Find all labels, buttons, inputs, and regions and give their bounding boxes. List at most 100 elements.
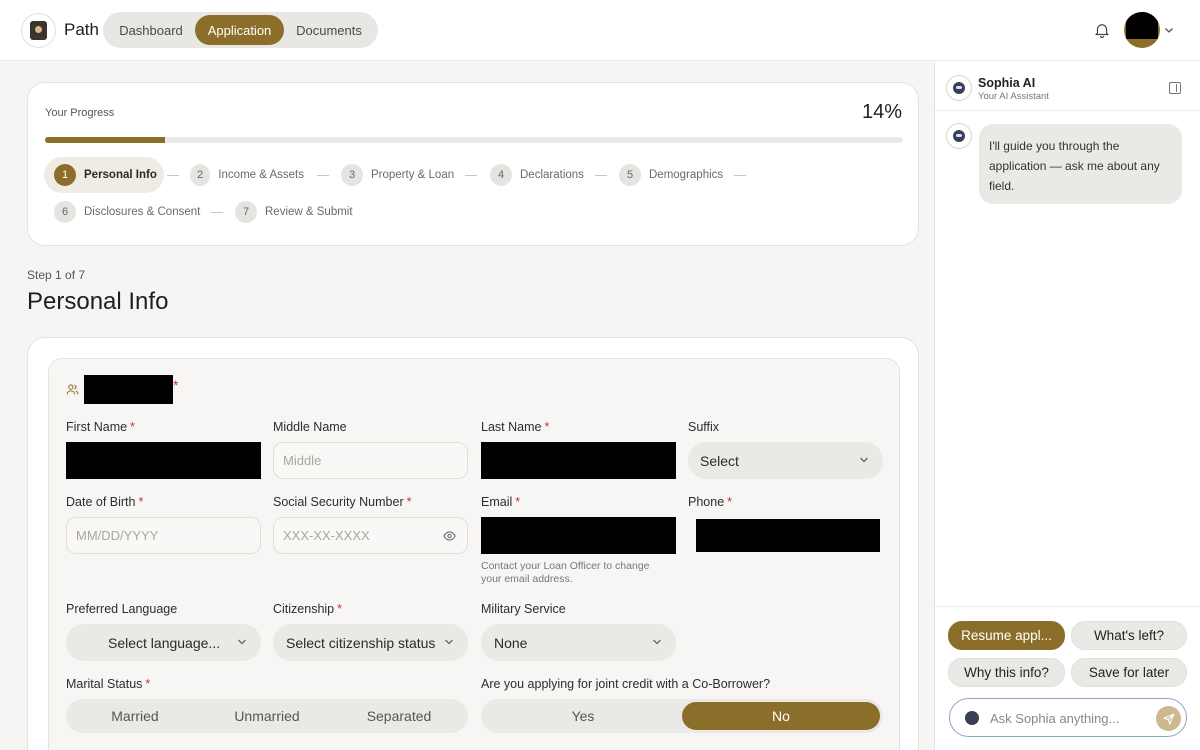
top-bar: Path Dashboard Application Documents xyxy=(0,0,1200,61)
progress-card: Your Progress 14% 1 Personal Info 2 Inco… xyxy=(27,82,919,246)
main-nav: Dashboard Application Documents xyxy=(103,12,378,48)
app-name: Path xyxy=(64,20,99,39)
step-number: 3 xyxy=(341,164,363,186)
step-separator xyxy=(465,175,477,176)
citizenship-select[interactable]: Select citizenship status xyxy=(273,624,468,661)
why-this-info-chip[interactable]: Why this info? xyxy=(948,658,1065,687)
first-name-label: First Name * xyxy=(66,420,135,434)
joint-option-yes[interactable]: Yes xyxy=(484,702,682,730)
step-separator xyxy=(211,212,223,213)
step-label: Personal Info xyxy=(84,169,157,181)
chevron-down-icon xyxy=(860,457,868,463)
required-indicator: * xyxy=(173,377,179,393)
ssn-label: Social Security Number * xyxy=(273,495,412,509)
military-select[interactable]: None xyxy=(481,624,676,661)
first-name-field[interactable] xyxy=(66,442,261,479)
email-hint: Contact your Loan Officer to change your… xyxy=(481,560,650,585)
ask-input[interactable] xyxy=(990,708,1150,728)
step-label: Disclosures & Consent xyxy=(84,206,201,218)
save-for-later-chip[interactable]: Save for later xyxy=(1071,658,1187,687)
step-separator xyxy=(734,175,746,176)
suffix-label: Suffix xyxy=(688,420,720,434)
suffix-select[interactable]: Select xyxy=(688,442,883,479)
middle-name-field[interactable]: Middle xyxy=(273,442,468,479)
resume-application-chip[interactable]: Resume appl... xyxy=(948,621,1065,650)
joint-credit-toggle: Yes No xyxy=(481,699,883,733)
dob-field[interactable]: MM/DD/YYYY xyxy=(66,517,261,554)
chevron-down-icon xyxy=(653,639,661,645)
marital-option-married[interactable]: Married xyxy=(69,702,201,730)
tab-documents[interactable]: Documents xyxy=(284,15,374,45)
step-number: 6 xyxy=(54,201,76,223)
chevron-down-icon[interactable] xyxy=(1164,25,1174,35)
user-avatar[interactable] xyxy=(1124,12,1160,48)
phone-label: Phone * xyxy=(688,495,733,509)
tab-application[interactable]: Application xyxy=(195,15,284,45)
joint-credit-label: Are you applying for joint credit with a… xyxy=(481,677,771,691)
send-icon xyxy=(1163,713,1174,724)
page-title: Personal Info xyxy=(27,288,169,315)
robot-icon xyxy=(965,711,979,725)
robot-icon xyxy=(953,82,965,94)
progress-percent: 14% xyxy=(861,101,902,123)
step-label: Review & Submit xyxy=(265,206,353,218)
section-title-redaction xyxy=(84,375,173,404)
step-review-submit[interactable]: 7 Review & Submit xyxy=(225,194,355,230)
email-label: Email * xyxy=(481,495,521,509)
borrower-section: * First Name * Middle Name Middle Last Na… xyxy=(48,358,900,750)
step-declarations[interactable]: 4 Declarations xyxy=(480,157,588,193)
people-icon xyxy=(66,384,79,395)
citizenship-value: Select citizenship status xyxy=(286,634,436,651)
notification-bell-icon[interactable] xyxy=(1093,21,1111,39)
step-income-assets[interactable]: 2 Income & Assets xyxy=(180,157,304,193)
marital-label: Marital Status * xyxy=(66,677,151,691)
step-disclosures-consent[interactable]: 6 Disclosures & Consent xyxy=(44,194,204,230)
app-logo[interactable] xyxy=(21,13,56,48)
collapse-panel-icon[interactable] xyxy=(1169,82,1181,94)
step-personal-info[interactable]: 1 Personal Info xyxy=(44,157,164,193)
step-separator xyxy=(595,175,607,176)
progress-bar-fill xyxy=(45,137,166,143)
step-label: Income & Assets xyxy=(218,169,304,181)
marital-option-unmarried[interactable]: Unmarried xyxy=(201,702,333,730)
step-demographics[interactable]: 5 Demographics xyxy=(609,157,729,193)
suffix-value: Select xyxy=(700,452,739,469)
send-button[interactable] xyxy=(1156,706,1181,731)
last-name-label: Last Name * xyxy=(481,420,550,434)
last-name-field[interactable] xyxy=(481,442,676,479)
email-field[interactable] xyxy=(481,517,676,554)
chevron-down-icon xyxy=(238,639,246,645)
step-number: 4 xyxy=(490,164,512,186)
step-number: 7 xyxy=(235,201,257,223)
assistant-subtitle: Your AI Assistant xyxy=(978,91,1049,102)
middle-name-label: Middle Name xyxy=(273,420,347,434)
assistant-footer: Resume appl... What's left? Why this inf… xyxy=(935,606,1200,750)
robot-icon xyxy=(953,130,965,142)
joint-option-no[interactable]: No xyxy=(682,702,880,730)
assistant-avatar xyxy=(946,75,972,101)
language-select[interactable]: Select language... xyxy=(66,624,261,661)
step-number: 1 xyxy=(54,164,76,186)
whats-left-chip[interactable]: What's left? xyxy=(1071,621,1187,650)
step-number: 2 xyxy=(190,164,211,186)
step-property-loan[interactable]: 3 Property & Loan xyxy=(331,157,456,193)
step-separator xyxy=(167,175,179,176)
tab-dashboard[interactable]: Dashboard xyxy=(107,15,195,45)
step-counter: Step 1 of 7 xyxy=(27,268,86,282)
military-label: Military Service xyxy=(481,602,566,616)
dob-label: Date of Birth * xyxy=(66,495,144,509)
step-label: Declarations xyxy=(520,169,584,181)
assistant-message: I'll guide you through the application —… xyxy=(979,124,1182,204)
language-label: Preferred Language xyxy=(66,602,178,616)
phone-field[interactable] xyxy=(696,519,880,552)
chevron-down-icon xyxy=(445,639,453,645)
avatar-redaction xyxy=(1126,12,1158,39)
marital-option-separated[interactable]: Separated xyxy=(333,702,465,730)
ask-box xyxy=(949,698,1187,737)
eye-icon[interactable] xyxy=(443,531,456,541)
step-label: Property & Loan xyxy=(371,169,455,181)
progress-bar xyxy=(45,137,903,143)
message-avatar xyxy=(946,123,972,149)
progress-label: Your Progress xyxy=(45,107,115,119)
ssn-field[interactable]: XXX-XX-XXXX xyxy=(273,517,468,554)
